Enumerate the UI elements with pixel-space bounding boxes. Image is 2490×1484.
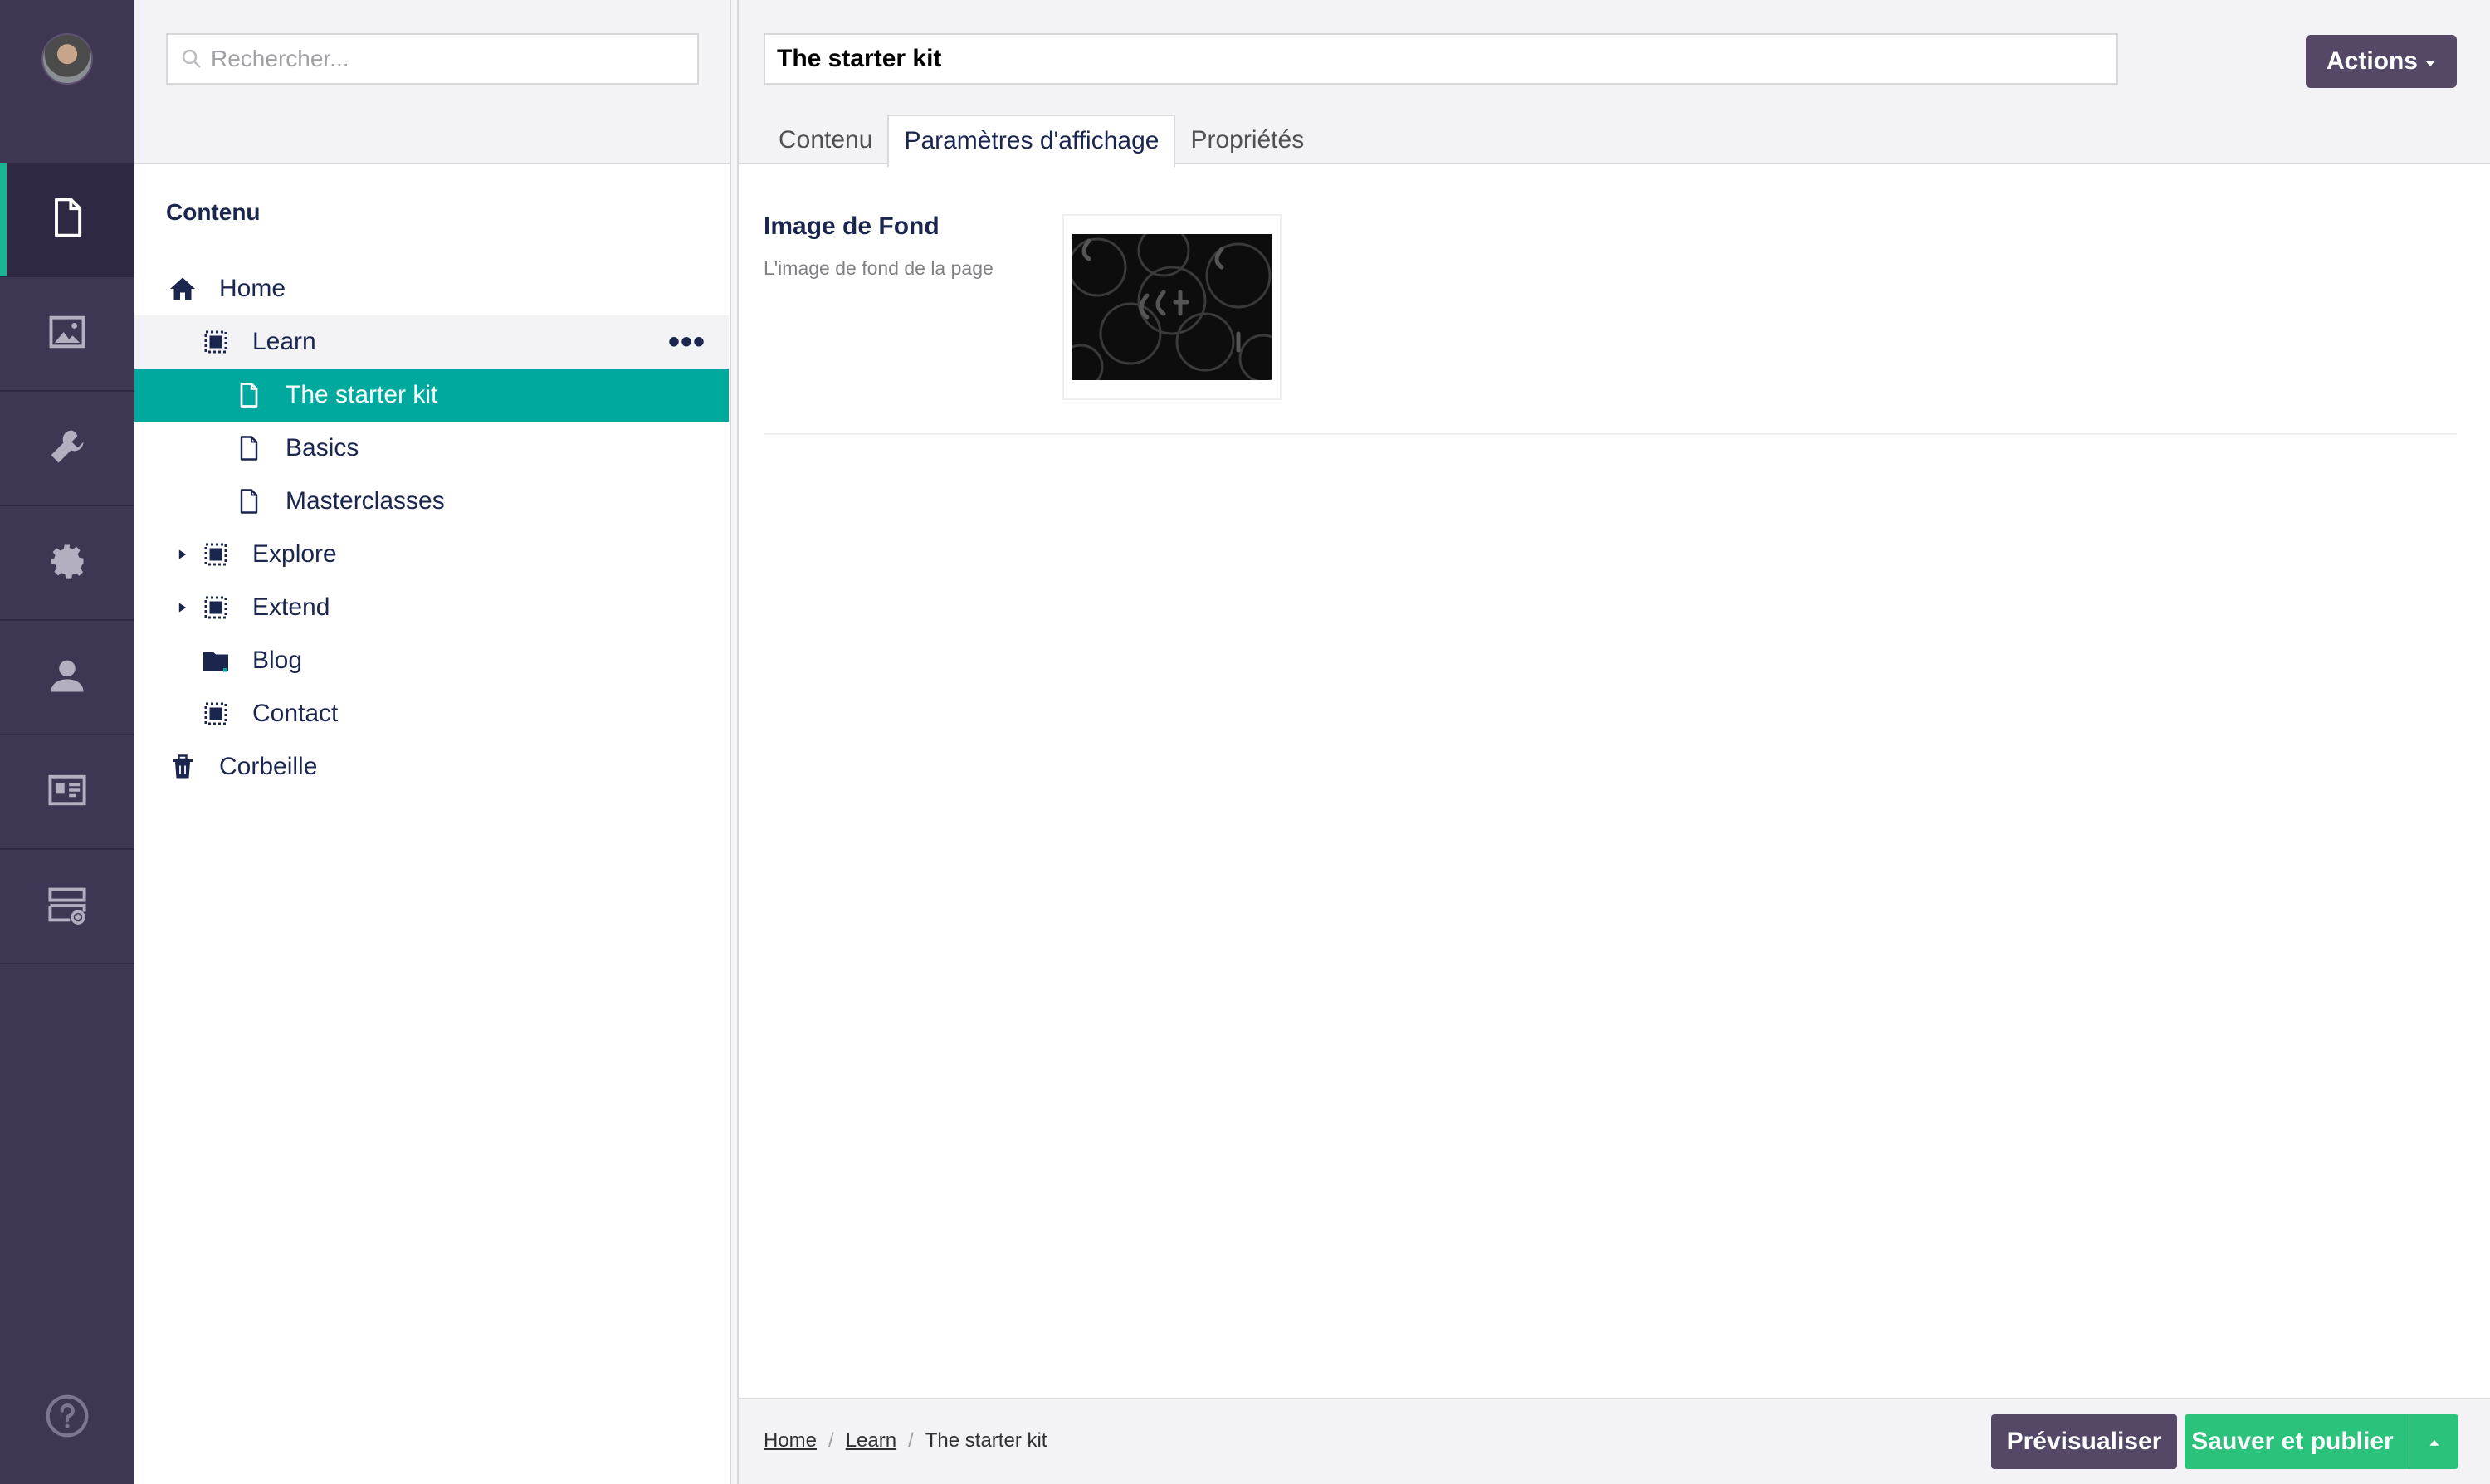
help-icon <box>44 1393 90 1443</box>
tree-node-recycle-bin[interactable]: Corbeille <box>134 740 729 793</box>
tab-parametres-affichage[interactable]: Paramètres d'affichage <box>887 115 1176 168</box>
tree-node-blog[interactable]: Blog <box>134 634 729 687</box>
editor-footer: Home / Learn / The starter kit Prévisual… <box>739 1398 2490 1484</box>
tree-section-title: Contenu <box>166 199 261 225</box>
settings-wrench-icon <box>46 425 89 472</box>
tree-node-basics[interactable]: Basics <box>134 422 729 475</box>
tree-node-the-starter-kit[interactable]: The starter kit <box>134 369 729 422</box>
tree-header <box>134 0 730 164</box>
content-section-button[interactable] <box>0 163 134 277</box>
tree-node-label: Contact <box>252 700 339 727</box>
panel-resize-handle[interactable] <box>730 0 739 1484</box>
member-card-icon <box>46 769 89 816</box>
forms-section-button[interactable] <box>0 850 134 964</box>
background-image-thumbnail <box>1072 234 1272 380</box>
breadcrumb-learn[interactable]: Learn <box>846 1429 896 1452</box>
tab-contenu[interactable]: Contenu <box>764 115 887 166</box>
media-section-button[interactable] <box>0 277 134 392</box>
chevron-down-icon <box>2424 47 2436 76</box>
tree-node-masterclasses[interactable]: Masterclasses <box>134 475 729 528</box>
node-options-icon[interactable]: ••• <box>668 325 706 359</box>
users-section-button[interactable] <box>0 621 134 735</box>
content-name-input[interactable] <box>777 45 2097 73</box>
search-icon <box>179 46 204 71</box>
help-button[interactable] <box>0 1384 134 1451</box>
gear-icon <box>46 539 89 587</box>
chevron-up-icon <box>2429 1428 2440 1456</box>
page-icon <box>232 485 266 518</box>
main-navigation-rail <box>0 0 134 1484</box>
media-picker-item[interactable] <box>1062 214 1282 400</box>
tree-node-label: The starter kit <box>286 381 438 408</box>
property-label: Image de Fond <box>764 212 940 240</box>
avatar-container <box>0 0 134 163</box>
property-background-image: Image de Fond L'image de fond de la page <box>764 199 2457 435</box>
tree-node-home[interactable]: Home <box>134 262 729 315</box>
tree-node-label: Home <box>219 275 286 302</box>
actions-button-label: Actions <box>2326 47 2418 75</box>
packages-section-button[interactable] <box>0 506 134 621</box>
save-and-publish-label: Sauver et publier <box>2191 1428 2394 1455</box>
user-icon <box>46 654 89 701</box>
tree-search-input[interactable] <box>211 46 676 72</box>
page-icon <box>232 432 266 465</box>
section-icon <box>199 697 232 730</box>
content-tree-panel: Contenu Home Learn ••• The starter kit <box>134 0 730 1484</box>
breadcrumb-separator: / <box>908 1429 914 1452</box>
tree-node-explore[interactable]: Explore <box>134 528 729 581</box>
forms-icon <box>46 883 89 930</box>
tree-node-extend[interactable]: Extend <box>134 581 729 634</box>
tree-node-label: Extend <box>252 593 330 621</box>
editor-header: Actions Contenu Paramètres d'affichage P… <box>739 0 2490 168</box>
folder-icon <box>199 644 232 677</box>
tree-search-box[interactable] <box>166 33 699 85</box>
content-icon <box>46 196 89 243</box>
members-section-button[interactable] <box>0 735 134 850</box>
section-icon <box>199 325 232 359</box>
tree-node-contact[interactable]: Contact <box>134 687 729 740</box>
settings-section-button[interactable] <box>0 392 134 506</box>
expand-caret-icon[interactable] <box>174 599 191 616</box>
save-and-publish-button[interactable]: Sauver et publier <box>2185 1414 2458 1469</box>
tree-node-label: Basics <box>286 434 359 461</box>
actions-button[interactable]: Actions <box>2306 35 2457 88</box>
breadcrumb-home[interactable]: Home <box>764 1429 817 1452</box>
trash-icon <box>166 750 199 783</box>
media-icon <box>46 310 89 358</box>
tree-node-label: Explore <box>252 540 337 568</box>
tree-node-learn[interactable]: Learn ••• <box>134 315 729 369</box>
tab-proprietes[interactable]: Propriétés <box>1175 115 1319 166</box>
tree-node-label: Masterclasses <box>286 487 445 515</box>
user-avatar[interactable] <box>42 33 93 85</box>
section-icon <box>199 538 232 571</box>
content-editor: Actions Contenu Paramètres d'affichage P… <box>739 0 2490 1484</box>
page-icon <box>232 378 266 412</box>
tree-node-label: Corbeille <box>219 753 318 780</box>
preview-button[interactable]: Prévisualiser <box>1991 1414 2177 1469</box>
property-description: L'image de fond de la page <box>764 257 994 279</box>
content-name-field[interactable] <box>764 33 2118 85</box>
home-icon <box>166 272 199 305</box>
expand-caret-icon[interactable] <box>174 546 191 563</box>
breadcrumb-separator: / <box>828 1429 834 1452</box>
tree-node-label: Learn <box>252 328 316 355</box>
editor-tabs: Contenu Paramètres d'affichage Propriété… <box>764 113 1319 168</box>
publish-options-toggle[interactable] <box>2409 1414 2458 1469</box>
breadcrumb-current: The starter kit <box>925 1429 1047 1452</box>
tree-node-label: Blog <box>252 647 303 674</box>
breadcrumb: Home / Learn / The starter kit <box>764 1429 1047 1452</box>
section-icon <box>199 591 232 624</box>
